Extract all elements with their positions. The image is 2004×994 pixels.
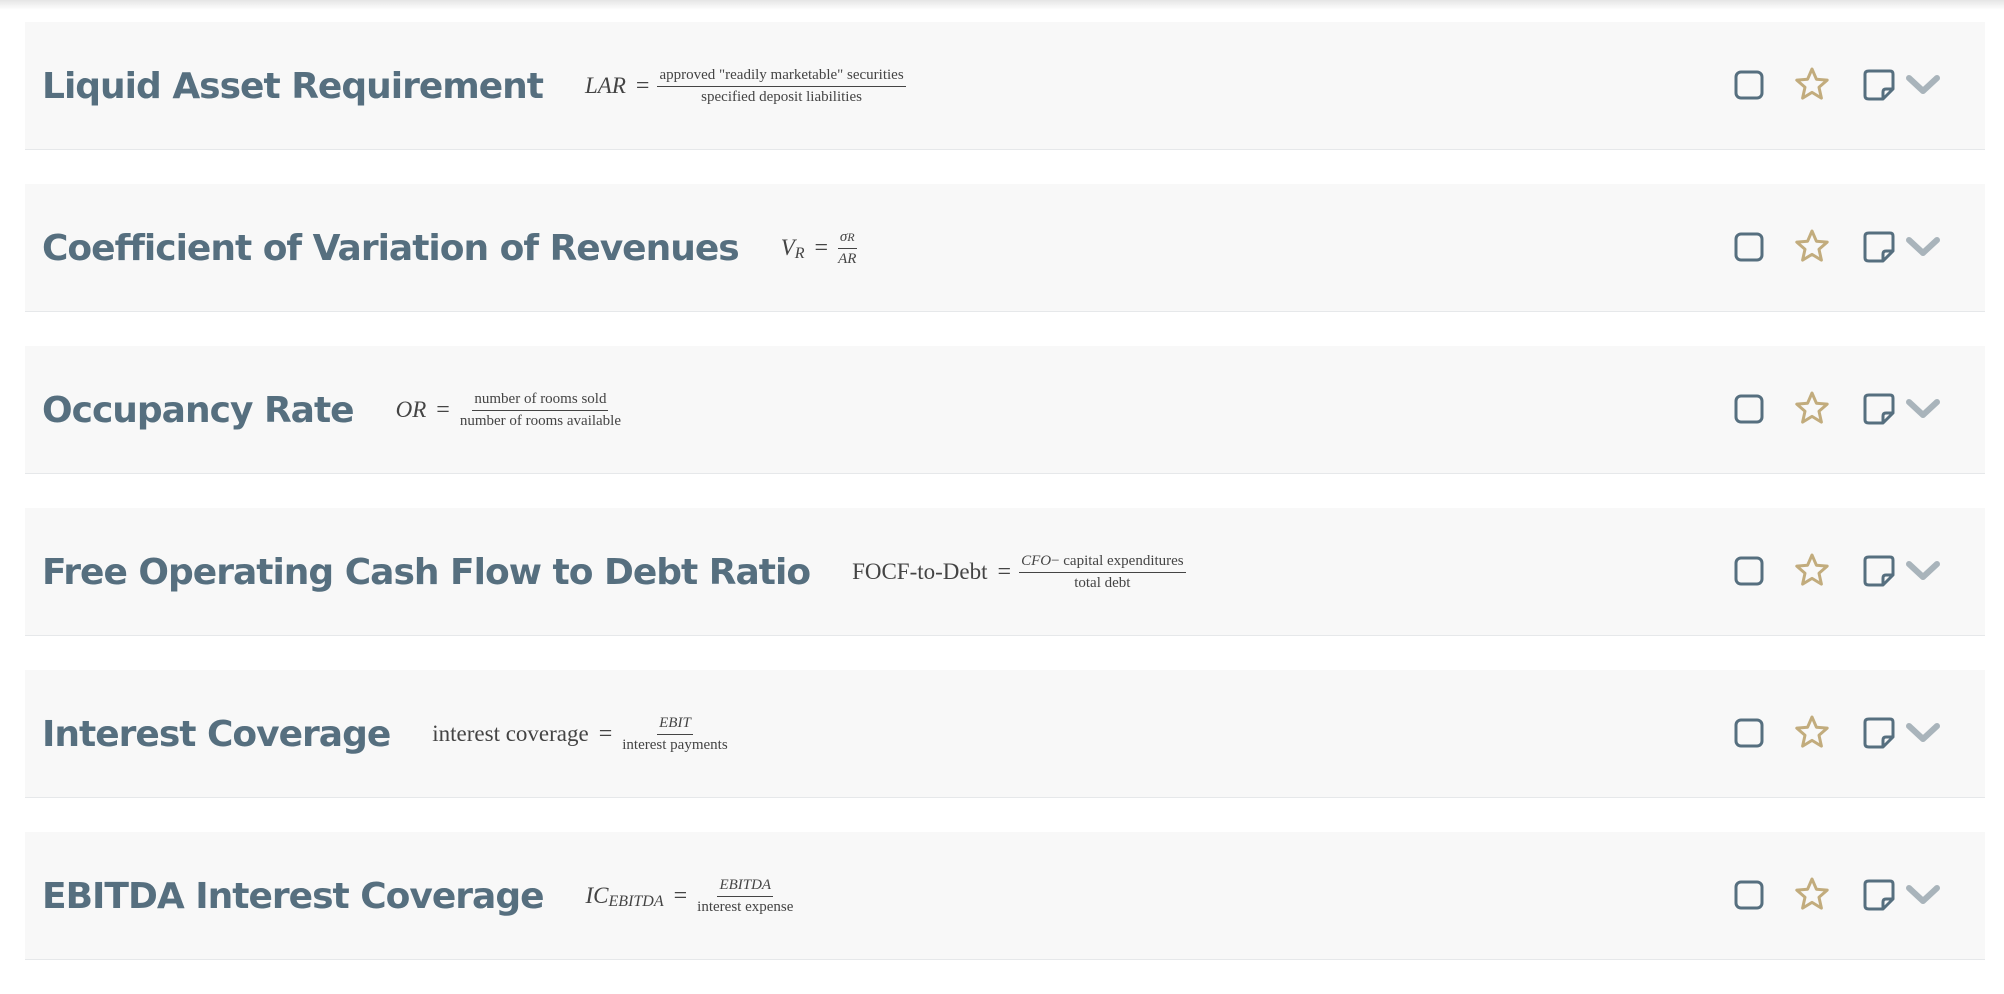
formula-row-liquid-asset-requirement[interactable]: Liquid Asset Requirement LAR = approved …: [25, 22, 1985, 150]
chevron-down-icon[interactable]: [1903, 713, 1943, 753]
formula-row-occupancy-rate[interactable]: Occupancy Rate OR = number of rooms sold…: [25, 346, 1985, 474]
fraction: σR AR: [836, 228, 858, 269]
note-icon[interactable]: [1859, 713, 1899, 753]
formula-title[interactable]: Occupancy Rate: [42, 390, 355, 431]
row-controls: [1729, 388, 1943, 430]
fraction: number of rooms sold number of rooms ava…: [458, 390, 623, 431]
checkbox-icon[interactable]: [1729, 875, 1769, 915]
formula-expression: LAR = approved "readily marketable" secu…: [585, 66, 906, 107]
checkbox-icon[interactable]: [1729, 389, 1769, 429]
equals-sign: =: [635, 72, 650, 99]
numerator: EBITDA: [717, 876, 774, 897]
formula-lhs: OR: [395, 397, 427, 422]
formula-lhs-subscript: EBITDA: [608, 893, 664, 910]
denominator: number of rooms available: [459, 412, 622, 429]
equals-sign: =: [436, 396, 450, 423]
equals-sign: =: [673, 882, 688, 909]
formula-row-ebitda-interest-coverage[interactable]: EBITDA Interest Coverage IC EBITDA = EBIT…: [25, 832, 1985, 960]
checkbox-icon[interactable]: [1729, 65, 1769, 105]
equals-sign: =: [598, 720, 613, 747]
numerator-text: EBIT: [659, 714, 691, 731]
top-shadow: [0, 0, 2004, 10]
formula-title[interactable]: Free Operating Cash Flow to Debt Ratio: [42, 552, 811, 593]
row-controls: [1729, 712, 1943, 754]
chevron-down-icon[interactable]: [1903, 65, 1943, 105]
numerator: σR: [837, 228, 857, 249]
formula-expression: OR = number of rooms sold number of room…: [396, 390, 623, 431]
numerator-subscript: R: [847, 229, 855, 244]
checkbox-icon[interactable]: [1729, 713, 1769, 753]
formula-row-coefficient-of-variation-of-revenues[interactable]: Coefficient of Variation of Revenues VR …: [25, 184, 1985, 312]
numerator-variable: CFO: [1021, 552, 1052, 569]
formula-lhs: FOCF-to-Debt: [852, 559, 988, 584]
row-content: EBITDA Interest Coverage IC EBITDA = EBIT…: [42, 832, 795, 960]
formula-row-interest-coverage[interactable]: Interest Coverage interest coverage = EB…: [25, 670, 1985, 798]
formula-expression: VR = σR AR: [781, 228, 859, 269]
formula-lhs: IC: [585, 883, 609, 908]
note-icon[interactable]: [1859, 551, 1899, 591]
row-controls: [1729, 550, 1943, 592]
formula-title[interactable]: Liquid Asset Requirement: [42, 66, 544, 107]
formula-list: Liquid Asset Requirement LAR = approved …: [25, 22, 1985, 994]
formula-lhs: interest coverage: [432, 721, 589, 746]
checkbox-icon[interactable]: [1729, 227, 1769, 267]
formula-lhs-subscript: R: [794, 245, 805, 262]
note-icon[interactable]: [1859, 65, 1899, 105]
formula-expression: FOCF-to-Debt = CFO− capital expenditures…: [852, 552, 1186, 593]
numerator-text: approved "readily marketable" securities: [659, 66, 904, 83]
fraction: EBIT interest payments: [620, 714, 729, 755]
chevron-down-icon[interactable]: [1903, 389, 1943, 429]
star-icon[interactable]: [1792, 551, 1832, 591]
row-controls: [1729, 64, 1943, 106]
equals-sign: =: [997, 558, 1012, 585]
numerator: approved "readily marketable" securities: [657, 66, 906, 87]
formula-expression: IC EBITDA = EBITDA interest expense: [586, 876, 796, 917]
formula-lhs: LAR: [585, 73, 626, 98]
fraction: EBITDA interest expense: [695, 876, 795, 917]
star-icon[interactable]: [1792, 875, 1832, 915]
star-icon[interactable]: [1792, 713, 1832, 753]
formula-lhs: V: [780, 235, 795, 260]
row-content: Free Operating Cash Flow to Debt Ratio F…: [42, 508, 1186, 636]
row-content: Occupancy Rate OR = number of rooms sold…: [42, 346, 623, 474]
denominator: total debt: [1074, 574, 1131, 591]
fraction: approved "readily marketable" securities…: [657, 66, 906, 107]
row-content: Liquid Asset Requirement LAR = approved …: [42, 22, 906, 150]
denominator: specified deposit liabilities: [701, 88, 862, 105]
row-content: Interest Coverage interest coverage = EB…: [42, 670, 730, 798]
formula-title[interactable]: Interest Coverage: [42, 714, 391, 755]
denominator: AR: [838, 250, 857, 267]
formula-title[interactable]: Coefficient of Variation of Revenues: [42, 228, 740, 269]
equals-sign: =: [814, 234, 829, 261]
chevron-down-icon[interactable]: [1903, 551, 1943, 591]
numerator: EBIT: [657, 714, 693, 735]
denominator: interest payments: [622, 736, 728, 753]
row-controls: [1729, 874, 1943, 916]
star-icon[interactable]: [1792, 65, 1832, 105]
star-icon[interactable]: [1792, 227, 1832, 267]
fraction: CFO− capital expenditures total debt: [1019, 552, 1186, 593]
formula-title[interactable]: EBITDA Interest Coverage: [42, 876, 545, 917]
note-icon[interactable]: [1859, 875, 1899, 915]
note-icon[interactable]: [1859, 389, 1899, 429]
star-icon[interactable]: [1792, 389, 1832, 429]
numerator-text: EBITDA: [719, 876, 772, 893]
numerator: number of rooms sold: [472, 390, 609, 411]
chevron-down-icon[interactable]: [1903, 227, 1943, 267]
chevron-down-icon[interactable]: [1903, 875, 1943, 915]
formula-expression: interest coverage = EBIT interest paymen…: [432, 714, 729, 755]
numerator-text: − capital expenditures: [1051, 552, 1184, 569]
checkbox-icon[interactable]: [1729, 551, 1769, 591]
row-content: Coefficient of Variation of Revenues VR …: [42, 184, 858, 312]
note-icon[interactable]: [1859, 227, 1899, 267]
row-controls: [1729, 226, 1943, 268]
denominator: interest expense: [697, 898, 794, 915]
numerator: CFO− capital expenditures: [1019, 552, 1186, 573]
formula-row-free-operating-cash-flow-to-debt-ratio[interactable]: Free Operating Cash Flow to Debt Ratio F…: [25, 508, 1985, 636]
numerator-text: number of rooms sold: [474, 390, 607, 407]
